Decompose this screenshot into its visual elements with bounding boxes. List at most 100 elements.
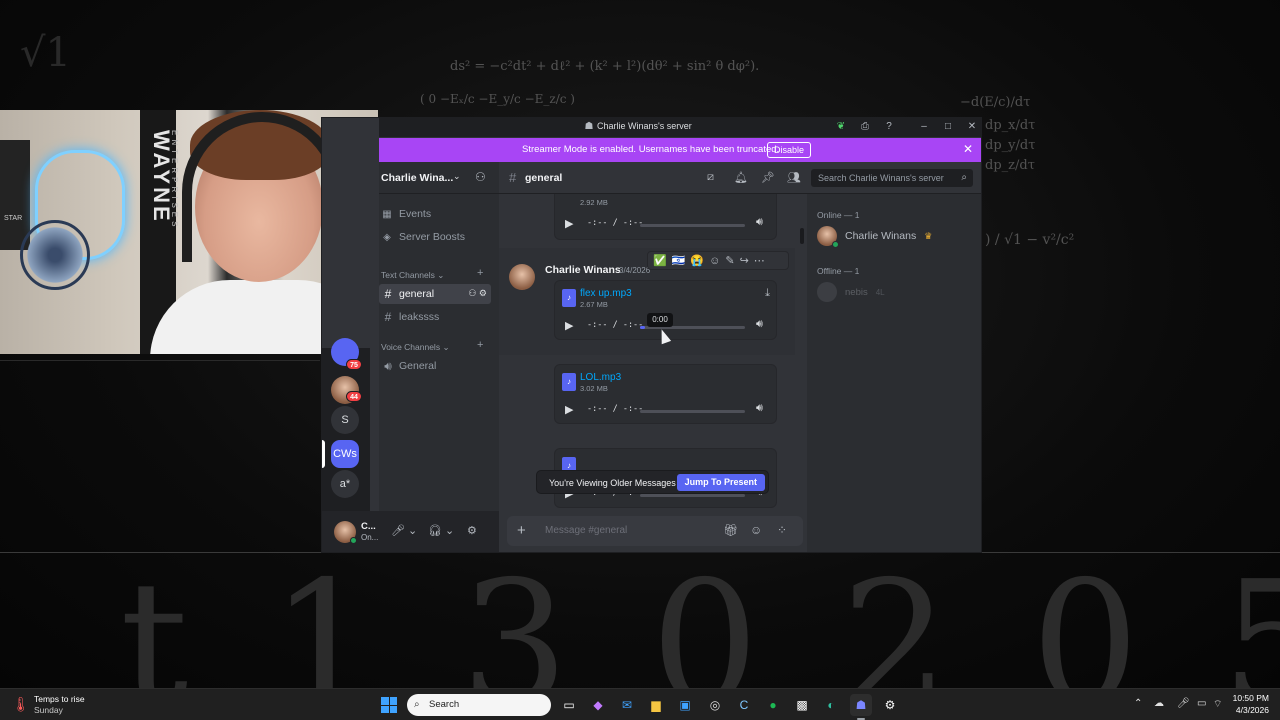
hash-icon: #	[509, 170, 517, 185]
wallpaper-formula: dp_z/dτ	[985, 158, 1035, 173]
member-item[interactable]: Charlie Winans ♛	[817, 226, 932, 248]
invite-people-icon[interactable]: ⚇	[475, 170, 486, 184]
threads-icon[interactable]: ⧄	[707, 171, 714, 184]
channel-sidebar: Charlie Wina... ⌄ ⚇ ▦ Events ◈ Server Bo…	[379, 162, 499, 552]
display-icon[interactable]: ▭	[1197, 698, 1206, 709]
headphones	[182, 112, 342, 262]
close-banner-icon[interactable]: ✕	[963, 142, 973, 156]
username: C...	[361, 521, 376, 532]
onedrive-icon[interactable]: ☁	[1154, 698, 1164, 709]
network-icon[interactable]: ⌔	[1213, 698, 1222, 711]
chat-scrollbar[interactable]	[800, 228, 804, 244]
download-icon[interactable]: ⤓	[765, 287, 770, 300]
audio-file-icon: ♪	[562, 373, 576, 391]
microphone-icon[interactable]: 🎤︎	[1177, 698, 1190, 709]
audio-seek-bar[interactable]	[640, 410, 745, 413]
audio-seek-bar[interactable]	[640, 224, 745, 227]
server-icon[interactable]: a*	[331, 470, 359, 498]
add-channel-icon[interactable]: +	[477, 267, 483, 279]
audio-time: -:-- / -:--	[587, 218, 644, 228]
poster-text: STAR	[4, 215, 23, 222]
search-input[interactable]: Search Charlie Winans's server ⌕	[811, 169, 973, 187]
gear-icon[interactable]: ⚙	[467, 524, 477, 537]
sidebar-item-server-boosts[interactable]: ◈ Server Boosts	[381, 231, 465, 243]
volume-icon[interactable]: 🔊︎	[756, 216, 763, 229]
clock-date: 4/3/2026	[1235, 705, 1269, 715]
avatar	[817, 282, 837, 302]
file-name[interactable]: LOL.mp3	[580, 372, 621, 383]
category-voice-channels[interactable]: Voice Channels ⌄	[381, 342, 450, 353]
message-author[interactable]: Charlie Winans	[545, 264, 621, 276]
maximize-icon[interactable]: □	[941, 120, 955, 134]
channel-general[interactable]: # general ⚇ ⚙	[379, 284, 491, 304]
add-channel-icon[interactable]: +	[477, 339, 483, 351]
play-icon[interactable]: ▶	[565, 319, 573, 332]
unread-badge: 75	[346, 359, 362, 370]
category-text-channels[interactable]: Text Channels ⌄	[381, 270, 444, 281]
apps-icon[interactable]: ⁘	[777, 523, 787, 537]
attach-plus-icon[interactable]: +	[517, 522, 526, 539]
member-name: Charlie Winans	[845, 230, 917, 242]
volume-icon[interactable]: 🔊︎	[756, 318, 763, 331]
nitro-leaf-icon[interactable]: ❦	[834, 120, 848, 134]
wallpaper-formula: √1	[20, 30, 71, 76]
wallpaper-formula: −d(E/c)/dτ	[960, 95, 1031, 110]
gift-icon[interactable]: 🎁︎	[723, 523, 738, 537]
avatar[interactable]	[509, 264, 535, 290]
file-size: 2.67 MB	[580, 300, 608, 309]
voice-channel-general[interactable]: 🔊︎ General	[379, 356, 491, 376]
member-item[interactable]: nebis 4L	[817, 282, 885, 302]
emoji-icon[interactable]: ☺	[750, 523, 762, 537]
reaction-crying[interactable]: 😭	[690, 254, 704, 267]
close-icon[interactable]: ✕	[965, 120, 979, 134]
inbox-icon[interactable]: ⎙	[858, 120, 872, 134]
minimize-icon[interactable]: –	[917, 120, 931, 134]
server-header[interactable]: Charlie Wina... ⌄ ⚇	[379, 162, 499, 194]
discord-window: ☗ Charlie Winans's server ❦ ⎙ ? – □ ✕ St…	[321, 117, 982, 553]
server-icon[interactable]: CWs	[331, 440, 359, 468]
bell-icon[interactable]: 🔔︎	[734, 171, 748, 184]
member-list-icon[interactable]: 👥︎	[787, 171, 801, 184]
seek-tooltip: 0:00	[647, 313, 673, 327]
calendar-icon: ▦	[382, 208, 392, 220]
window-title: Charlie Winans's server	[597, 121, 692, 131]
server-icon[interactable]: S	[331, 406, 359, 434]
channel-label: leakssss	[399, 311, 440, 323]
file-size: 3.02 MB	[580, 384, 608, 393]
channel-title: general	[525, 172, 563, 184]
edit-icon[interactable]: ✎	[725, 254, 734, 267]
file-size: 2.92 MB	[580, 198, 608, 207]
message-list: 2.92 MB ▶ -:-- / -:-- 🔊︎ Charlie Winans …	[499, 194, 807, 511]
clock[interactable]: 10:50 PM 4/3/2026	[1231, 693, 1269, 715]
channel-leakssss[interactable]: # leakssss	[379, 307, 491, 327]
older-messages-banner: You're Viewing Older Messages Jump To Pr…	[536, 470, 769, 494]
sidebar-item-events[interactable]: ▦ Events	[381, 208, 431, 220]
disable-streamer-button[interactable]: Disable	[767, 142, 812, 158]
add-reaction-icon[interactable]: ☺	[709, 255, 720, 267]
pin-icon[interactable]: 📌︎	[761, 171, 775, 184]
more-icon[interactable]: ⋯	[754, 254, 765, 267]
headphones-icon[interactable]: 🎧︎ ⌄	[428, 524, 454, 537]
play-icon[interactable]: ▶	[565, 217, 573, 230]
channel-label: General	[399, 360, 437, 372]
microphone-icon[interactable]: 🎤︎ ⌄	[391, 524, 417, 537]
reaction-check[interactable]: ✅	[653, 254, 667, 267]
audio-seek-bar[interactable]	[640, 494, 745, 497]
file-name[interactable]: flex up.mp3	[580, 288, 632, 299]
message-timestamp: 3/4/2026	[619, 266, 651, 275]
discord-icon: ☗	[584, 121, 594, 132]
volume-icon[interactable]: 🔊︎	[756, 402, 763, 415]
audio-time: -:-- / -:--	[587, 320, 644, 330]
channel-settings-icon[interactable]: ⚇ ⚙	[468, 288, 487, 299]
online-header: Online — 1	[817, 210, 860, 220]
taskbar: 🌡︎ Temps to rise Sunday ⌕ Search ▭ ◆ ✉ ▆…	[0, 688, 1280, 720]
reaction-flag[interactable]: 🇮🇱	[672, 254, 686, 267]
chevron-up-icon[interactable]: ⌃	[1134, 698, 1142, 709]
jump-to-present-button[interactable]: Jump To Present	[676, 474, 765, 491]
reply-icon[interactable]: ↪	[740, 254, 749, 267]
wall-poster	[0, 140, 30, 250]
message-input[interactable]: Message #general	[545, 525, 627, 536]
wallpaper-digits: t 1 3 0 2 0 5	[120, 545, 1280, 688]
play-icon[interactable]: ▶	[565, 403, 573, 416]
help-icon[interactable]: ?	[882, 120, 896, 134]
